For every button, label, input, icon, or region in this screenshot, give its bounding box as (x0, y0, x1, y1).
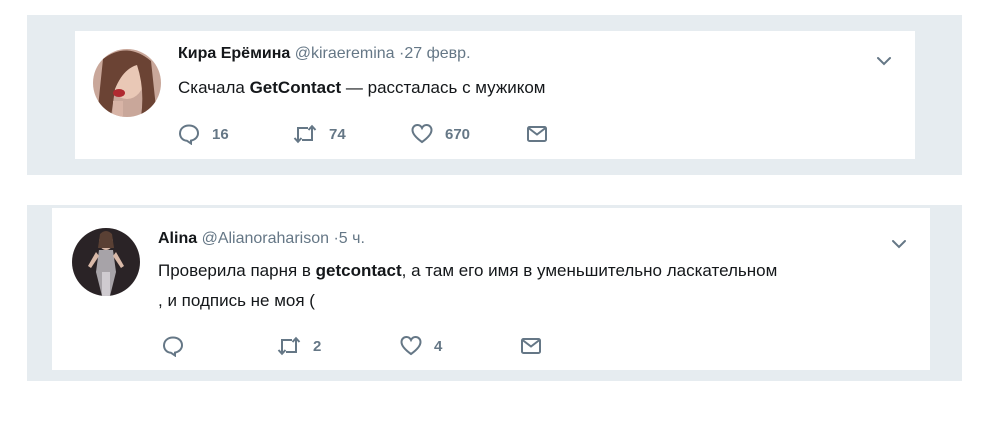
envelope-icon (527, 126, 547, 142)
avatar[interactable] (72, 228, 140, 296)
tweet-actions: 16 74 670 (178, 123, 578, 145)
tweet-text-line-2: , и подпись не моя ( (158, 291, 315, 310)
chevron-down-icon[interactable] (875, 52, 893, 70)
tweet-timestamp[interactable]: ·27 февр. (399, 45, 470, 62)
reply-count: 16 (212, 125, 229, 143)
message-button[interactable] (520, 335, 542, 357)
author-handle[interactable]: @Alianoraharison (202, 230, 329, 247)
tweet-timestamp[interactable]: ·5 ч. (333, 230, 364, 247)
tweet-header: Кира Ерёмина @kiraeremina ·27 февр. (178, 45, 471, 63)
reply-button[interactable]: 16 (178, 123, 229, 145)
retweet-button[interactable]: 74 (293, 123, 346, 145)
reply-button[interactable] (162, 335, 196, 357)
tweet-text: Скачала GetContact — рассталась с мужико… (178, 78, 546, 97)
retweet-count: 74 (329, 125, 346, 143)
reply-icon (178, 124, 200, 145)
tweet-header: Alina @Alianoraharison ·5 ч. (158, 230, 365, 248)
message-button[interactable] (526, 123, 548, 145)
retweet-button[interactable]: 2 (277, 335, 321, 357)
like-button[interactable]: 4 (400, 335, 442, 357)
author-name[interactable]: Alina (158, 230, 197, 247)
envelope-icon (521, 338, 541, 354)
chevron-down-icon[interactable] (890, 235, 908, 253)
like-count: 4 (434, 337, 443, 355)
reply-icon (162, 336, 184, 357)
tweet-bold-text: GetContact (249, 78, 342, 97)
tweet-card[interactable]: Alina @Alianoraharison ·5 ч. Проверила п… (52, 207, 930, 371)
retweet-count: 2 (313, 337, 322, 355)
retweet-icon (277, 336, 301, 356)
retweet-icon (293, 124, 317, 144)
tweet-card[interactable]: Кира Ерёмина @kiraeremina ·27 февр. Скач… (75, 30, 915, 160)
author-name[interactable]: Кира Ерёмина (178, 45, 290, 62)
author-handle[interactable]: @kiraeremina (295, 45, 395, 62)
tweet-text: Проверила парня в getcontact, а там его … (158, 256, 777, 316)
tweet-actions: 2 4 (162, 335, 562, 357)
like-button[interactable]: 670 (411, 123, 470, 145)
heart-icon (400, 335, 422, 356)
like-count: 670 (445, 125, 471, 143)
heart-icon (411, 123, 433, 144)
avatar[interactable] (93, 49, 161, 117)
tweet-text-line-1: Проверила парня в getcontact, а там его … (158, 261, 778, 280)
tweet-bold-text: getcontact (315, 261, 402, 280)
